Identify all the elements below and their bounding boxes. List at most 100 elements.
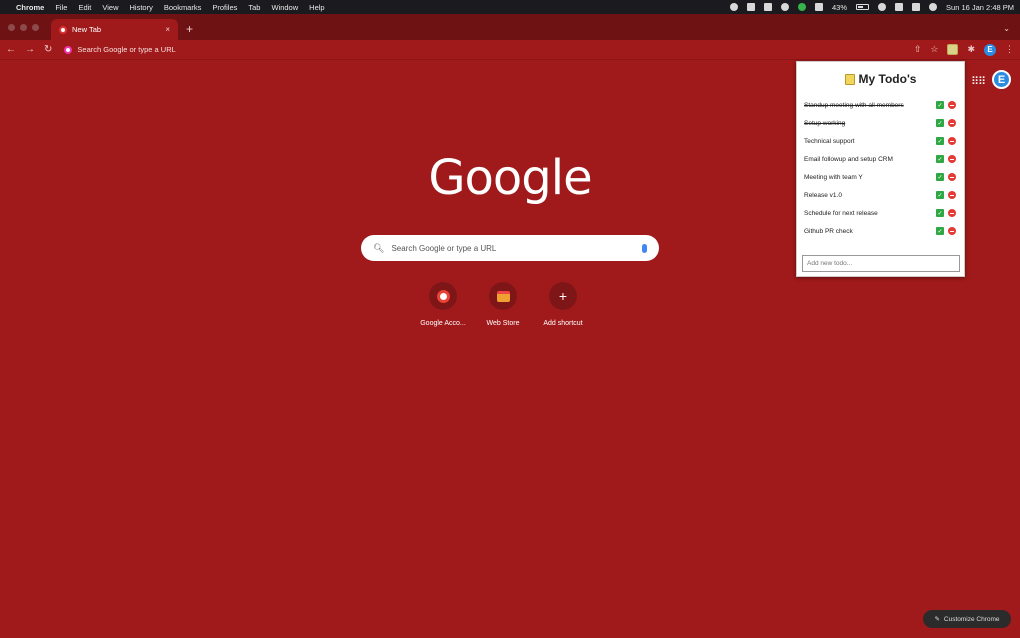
check-icon[interactable]: ✓ [936,209,944,217]
minimize-window-button[interactable] [20,24,27,31]
app-icon[interactable] [815,3,824,11]
battery-icon[interactable] [856,4,870,10]
customize-label: Customize Chrome [943,615,1000,623]
delete-icon[interactable] [948,209,956,217]
popup-title-text: My Todo's [858,72,917,86]
wifi-icon[interactable] [878,3,887,11]
todo-list: Standup meeting with all members ✓ Setup w… [797,96,964,240]
todo-item: Release v1.0 ✓ [804,186,956,204]
todo-item: Setup working ✓ [804,114,956,132]
toolbar-actions: ⇧ ☆ ✱ E ⋮ [914,43,1014,56]
siri-icon[interactable] [929,3,938,11]
check-icon[interactable]: ✓ [936,137,944,145]
tab-strip: New Tab × + ⌄ [0,14,1020,40]
todo-extension-icon[interactable] [947,44,959,55]
display-icon[interactable] [912,3,921,11]
plus-icon: + [558,288,568,304]
microphone-icon[interactable] [642,243,647,253]
shortcut-add[interactable]: + Add shortcut [537,282,589,327]
profile-avatar-icon[interactable]: E [984,43,996,56]
customize-chrome-button[interactable]: ✎ Customize Chrome [923,610,1011,628]
shortcut-tile [489,282,517,310]
delete-icon[interactable] [948,227,956,235]
todo-item: Standup meeting with all members ✓ [804,96,956,114]
macos-menubar: Chrome File Edit View History Bookmarks … [0,0,1020,14]
todo-text: Github PR check [804,227,853,235]
check-icon[interactable]: ✓ [936,119,944,127]
check-icon[interactable]: ✓ [936,173,944,181]
todo-text: Setup working [804,119,846,127]
reload-icon[interactable]: ↻ [44,44,52,55]
check-icon[interactable]: ✓ [936,191,944,199]
back-arrow-icon[interactable]: ← [6,44,16,55]
web-store-icon [496,290,510,302]
delete-icon[interactable] [948,119,956,127]
apps-grid-icon[interactable]: ⠿⠿ [971,75,986,88]
delete-icon[interactable] [948,155,956,163]
share-icon[interactable]: ⇧ [914,44,922,55]
todo-item: Email followup and setup CRM ✓ [804,150,956,168]
dropbox-icon[interactable] [747,3,756,11]
shortcut-google-account[interactable]: Google Acco... [417,282,469,327]
google-logo: Google [428,150,592,206]
new-tab-button[interactable]: + [186,22,193,36]
delete-icon[interactable] [948,101,956,109]
menu-history[interactable]: History [130,3,153,12]
close-window-button[interactable] [8,24,15,31]
menu-edit[interactable]: Edit [78,3,91,12]
check-icon[interactable]: ✓ [936,227,944,235]
add-todo-input[interactable] [802,255,960,272]
whatsapp-icon[interactable] [798,3,807,11]
window-controls [0,24,47,40]
search-input[interactable] [391,243,642,253]
search-icon: 🔍︎ [373,242,385,253]
delete-icon[interactable] [948,191,956,199]
more-menu-icon[interactable]: ⋮ [1005,44,1014,55]
menu-window[interactable]: Window [271,3,298,12]
shortcut-label: Web Store [486,320,520,327]
menu-chrome[interactable]: Chrome [16,3,44,12]
extensions-puzzle-icon[interactable]: ✱ [967,44,975,55]
popup-title: My Todo's [797,72,964,86]
zoom-window-button[interactable] [32,24,39,31]
check-icon[interactable]: ✓ [936,101,944,109]
tab-title: New Tab [72,25,102,34]
todo-text: Schedule for next release [804,209,878,217]
address-bar[interactable]: Search Google or type a URL [64,45,913,54]
todo-text: Email followup and setup CRM [804,155,893,163]
menubar-clock[interactable]: Sun 16 Jan 2:48 PM [946,3,1014,12]
google-g-icon [436,289,450,303]
gear-icon[interactable] [781,3,790,11]
menu-bookmarks[interactable]: Bookmarks [164,3,202,12]
tab-search-button[interactable]: ⌄ [1003,24,1020,40]
record-icon[interactable] [730,3,739,11]
menu-profiles[interactable]: Profiles [212,3,237,12]
shortcuts: Google Acco... Web Store + Add shortcut [417,282,589,327]
account-avatar[interactable]: E [992,70,1011,89]
forward-arrow-icon[interactable]: → [25,44,35,55]
status-area: 43% Sun 16 Jan 2:48 PM [730,3,1014,12]
menu-file[interactable]: File [55,3,67,12]
google-icon [64,45,73,54]
google-search-box[interactable]: 🔍︎ [361,235,659,261]
todo-item: Meeting with team Y ✓ [804,168,956,186]
battery-percent: 43% [832,2,848,12]
close-tab-icon[interactable]: × [165,25,170,34]
shortcut-label: Add shortcut [543,320,583,327]
check-icon[interactable]: ✓ [936,155,944,163]
menu-view[interactable]: View [102,3,118,12]
shortcut-tile [429,282,457,310]
todo-item: Github PR check ✓ [804,222,956,240]
delete-icon[interactable] [948,137,956,145]
shortcut-web-store[interactable]: Web Store [477,282,529,327]
menu-help[interactable]: Help [309,3,324,12]
control-center-icon[interactable] [895,3,904,11]
chrome-icon [59,25,67,34]
bookmark-star-icon[interactable]: ☆ [930,44,938,55]
menu-tab[interactable]: Tab [248,3,260,12]
pen-icon[interactable] [764,3,773,11]
tab-new-tab[interactable]: New Tab × [51,19,178,40]
todo-text: Release v1.0 [804,191,842,199]
delete-icon[interactable] [948,173,956,181]
todo-text: Standup meeting with all members [804,101,904,109]
